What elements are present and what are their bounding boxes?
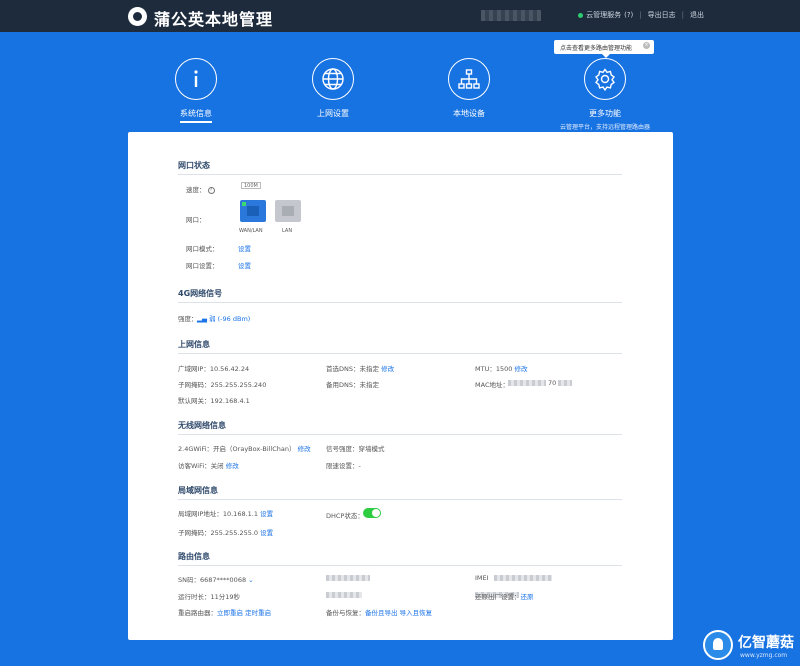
divider — [178, 499, 622, 500]
wan-ip-row: 广域网IP：10.56.42.24 — [178, 365, 250, 373]
wan-port-label: WAN/LAN — [239, 228, 263, 234]
signal-mode-row: 信号强度：穿墙模式 — [326, 445, 385, 453]
masked-field — [326, 575, 370, 581]
reboot-timed-link[interactable]: 定时重启 — [245, 609, 271, 617]
lan-subnet-set-link[interactable]: 设置 — [260, 529, 273, 537]
export-log-link[interactable]: 导出日志 — [648, 10, 676, 20]
factory-reset-link[interactable]: 还原 — [521, 593, 534, 601]
more-features-tooltip: 点击查看更多路由管理功能 × — [554, 40, 654, 58]
divider — [178, 353, 622, 354]
gear-icon — [584, 58, 626, 100]
divider — [178, 302, 622, 303]
guest-wifi-row: 访客WiFi：关闭 修改 — [178, 462, 239, 470]
signal-strength-value: ▂▄ 弱 (-96 dBm) — [197, 315, 251, 323]
guest-wifi-edit-link[interactable]: 修改 — [226, 462, 239, 470]
divider — [178, 565, 622, 566]
reboot-now-link[interactable]: 立即重启 — [217, 609, 243, 617]
nav-internet-settings[interactable]: 上网设置 — [283, 58, 383, 119]
sn-row: SN码：6687****0068 ⌄ — [178, 576, 254, 584]
section-title-port-status: 网口状态 — [178, 161, 210, 170]
signal-strength-label: 强度： — [178, 315, 198, 323]
dns2-row: 备用DNS：未指定 — [326, 381, 379, 389]
section-title-lan: 局域网信息 — [178, 486, 218, 495]
dns1-row: 首选DNS：未指定 修改 — [326, 365, 395, 373]
masked-mac — [508, 380, 546, 386]
dhcp-label: DHCP状态： — [326, 512, 364, 520]
wan-port-icon — [240, 200, 266, 222]
lan-port-label: LAN — [282, 228, 293, 234]
system-info-panel: 网口状态 速度： ? 100M 网口： WAN/LAN LAN 网口模式： 设置… — [128, 132, 673, 640]
speed-label: 速度： ? — [186, 184, 215, 194]
dandelion-logo-icon — [128, 7, 147, 26]
reboot-row: 重启路由器：立即重启 定时重启 — [178, 609, 272, 617]
speed-limit-row: 限速设置：- — [326, 462, 361, 470]
cloud-help-link[interactable]: (?) — [624, 11, 633, 19]
top-bar: 蒲公英本地管理 云管理服务 (?) | 导出日志 | 退出 — [0, 0, 800, 32]
divider: | — [639, 11, 642, 19]
masked-field — [326, 592, 362, 598]
watermark-url: www.yzmg.com — [740, 652, 788, 659]
imei-label: IMEI — [475, 574, 489, 582]
mushroom-logo-icon — [703, 630, 733, 660]
status-dot-icon — [578, 12, 584, 18]
backup-import-link[interactable]: 导入且恢复 — [400, 609, 433, 617]
nav-label: 本地设备 — [453, 109, 485, 118]
section-title-internet: 上网信息 — [178, 340, 210, 349]
subnet-row: 子网掩码：255.255.255.240 — [178, 381, 267, 389]
masked-mac-end — [558, 380, 572, 386]
port-settings-set-link[interactable]: 设置 — [238, 260, 251, 270]
dhcp-toggle[interactable] — [363, 508, 381, 518]
wifi24-row: 2.4GWiFi：开启（OrayBox-BillChan） 修改 — [178, 445, 311, 453]
factory-reset-row: 还原出厂设置：还原 — [475, 593, 534, 601]
section-title-wireless: 无线网络信息 — [178, 421, 226, 430]
nav-label: 系统信息 — [180, 108, 212, 123]
top-links: 云管理服务 (?) | 导出日志 | 退出 — [578, 10, 704, 20]
speed-badge: 100M — [241, 182, 261, 189]
mac-tail: 70 — [548, 379, 557, 387]
mtu-row: MTU：1500 修改 — [475, 365, 528, 373]
app-title: 蒲公英本地管理 — [154, 10, 274, 29]
lan-subnet-row: 子网掩码：255.255.255.0 设置 — [178, 529, 274, 537]
ports-label: 网口： — [186, 216, 206, 224]
wifi24-edit-link[interactable]: 修改 — [298, 445, 311, 453]
dns1-edit-link[interactable]: 修改 — [381, 365, 394, 373]
section-title-4g-signal: 4G网络信号 — [178, 289, 223, 298]
watermark-name: 亿智蘑菇 — [738, 635, 794, 651]
nav-system-info[interactable]: 系统信息 — [146, 58, 246, 123]
nav-label: 更多功能 — [589, 109, 621, 118]
gateway-row: 默认网关：192.168.4.1 — [178, 397, 250, 405]
nav-sub-label: 云管理平台，支持远程管理路由器 — [559, 124, 650, 131]
lan-port-icon — [275, 200, 301, 222]
lan-ip-set-link[interactable]: 设置 — [260, 510, 273, 518]
nav-label: 上网设置 — [317, 109, 349, 118]
mac-label: MAC地址： — [475, 381, 509, 389]
logout-link[interactable]: 退出 — [690, 10, 704, 20]
nav-more-features[interactable]: 更多功能 云管理平台，支持远程管理路由器 — [555, 58, 655, 131]
port-mode-set-link[interactable]: 设置 — [238, 243, 251, 253]
divider — [178, 174, 622, 175]
globe-icon — [312, 58, 354, 100]
info-icon — [175, 58, 217, 100]
masked-account-name — [481, 10, 541, 21]
tooltip-text: 点击查看更多路由管理功能 — [560, 45, 633, 52]
masked-imei — [494, 575, 552, 581]
cloud-service-link[interactable]: 云管理服务 — [586, 10, 621, 20]
port-settings-label: 网口设置： — [186, 262, 219, 270]
mtu-edit-link[interactable]: 修改 — [514, 365, 527, 373]
port-mode-label: 网口模式： — [186, 245, 219, 253]
help-icon[interactable]: ? — [207, 186, 215, 194]
network-icon — [448, 58, 490, 100]
backup-export-link[interactable]: 备份且导出 — [365, 609, 398, 617]
close-icon[interactable]: × — [643, 42, 650, 49]
backup-row: 备份与恢复：备份且导出 导入且恢复 — [326, 609, 433, 617]
lan-ip-row: 局域网IP地址：10.168.1.1 设置 — [178, 510, 274, 518]
chevron-down-icon[interactable]: ⌄ — [248, 576, 253, 584]
divider — [178, 434, 622, 435]
uptime-row: 运行时长：11分19秒 — [178, 593, 241, 601]
divider: | — [681, 11, 684, 19]
signal-bars-icon: ▂▄ — [197, 315, 210, 323]
nav-local-devices[interactable]: 本地设备 — [419, 58, 519, 119]
section-title-router: 路由信息 — [178, 552, 210, 561]
